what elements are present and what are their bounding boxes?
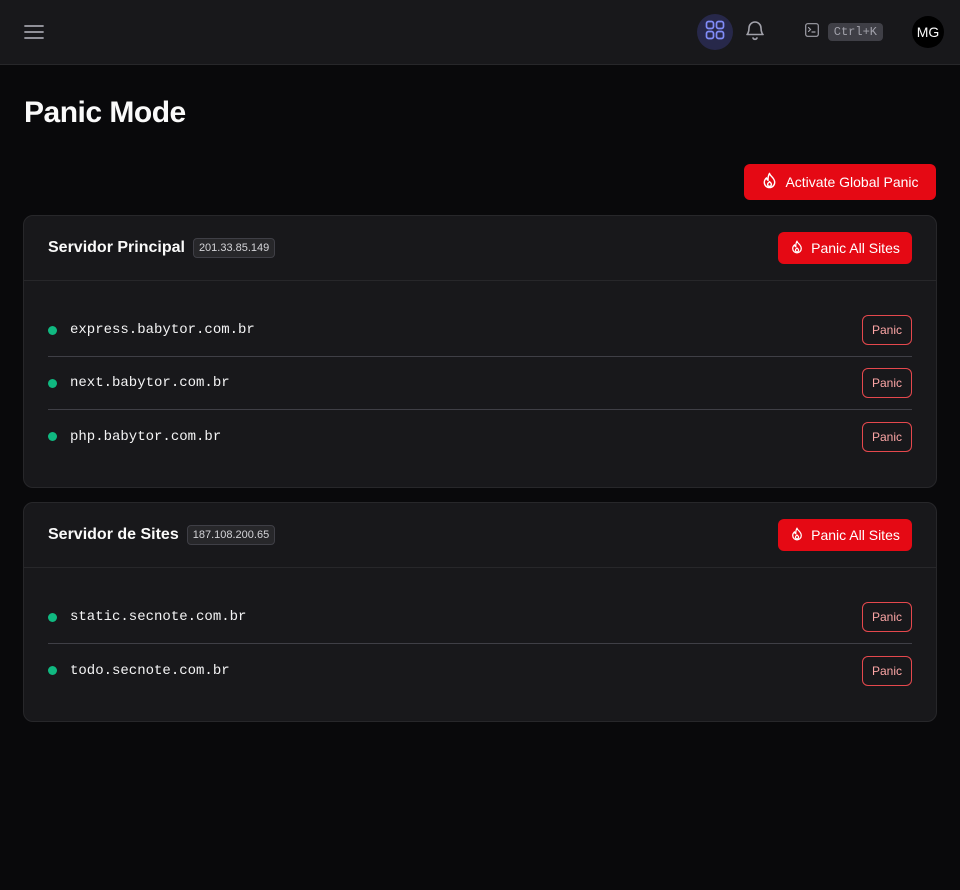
- activate-global-panic-button[interactable]: Activate Global Panic: [744, 164, 936, 200]
- server-name: Servidor Principal: [48, 239, 185, 256]
- panic-all-sites-label: Panic All Sites: [811, 240, 900, 256]
- status-online-dot: [48, 325, 57, 335]
- panic-all-sites-button[interactable]: Panic All Sites: [778, 519, 912, 551]
- status-online-dot: [48, 666, 57, 675]
- page-title: Panic Mode: [24, 96, 186, 129]
- server-card-header: Servidor Principal 201.33.85.149 Panic A…: [24, 216, 936, 281]
- site-panic-button[interactable]: Panic: [862, 655, 912, 686]
- status-online-dot: [48, 612, 57, 622]
- site-panic-button[interactable]: Panic: [862, 368, 912, 398]
- server-ip-badge: 201.33.85.149: [192, 238, 276, 258]
- site-domain: next.babytor.com.br: [70, 375, 230, 391]
- flame-icon: [790, 240, 804, 257]
- hamburger-icon[interactable]: [24, 22, 44, 42]
- site-row: next.babytor.com.br Panic: [48, 357, 912, 410]
- site-panic-button[interactable]: Panic: [862, 602, 912, 632]
- site-domain: express.babytor.com.br: [70, 322, 255, 338]
- activate-global-panic-label: Activate Global Panic: [785, 174, 919, 190]
- top-bar: Ctrl+K MG: [0, 0, 960, 65]
- site-domain: static.secnote.com.br: [70, 609, 247, 625]
- command-palette-button[interactable]: Ctrl+K: [804, 22, 883, 42]
- grid-icon: [705, 20, 725, 45]
- site-domain: todo.secnote.com.br: [70, 662, 230, 679]
- site-panic-button[interactable]: Panic: [862, 421, 912, 452]
- bell-icon: [745, 19, 765, 46]
- shortcut-hint: Ctrl+K: [827, 23, 883, 41]
- server-card-header: Servidor de Sites 187.108.200.65 Panic A…: [24, 503, 936, 568]
- server-ip-badge: 187.108.200.65: [186, 525, 276, 545]
- apps-button[interactable]: [696, 14, 733, 50]
- avatar[interactable]: MG: [912, 16, 944, 48]
- server-card: Servidor Principal 201.33.85.149 Panic A…: [23, 215, 937, 488]
- panic-all-sites-button[interactable]: Panic All Sites: [778, 232, 912, 264]
- notifications-button[interactable]: [743, 20, 767, 44]
- site-panic-button[interactable]: Panic: [862, 315, 912, 345]
- status-online-dot: [48, 432, 57, 441]
- panic-all-sites-label: Panic All Sites: [811, 527, 900, 543]
- site-list: express.babytor.com.br Panic next.babyto…: [24, 281, 936, 487]
- status-online-dot: [48, 378, 57, 388]
- flame-icon: [790, 527, 804, 544]
- top-bar-actions: Ctrl+K MG: [696, 14, 944, 50]
- flame-icon: [761, 172, 778, 192]
- site-row: todo.secnote.com.br Panic: [48, 644, 912, 697]
- server-name: Servidor de Sites: [48, 526, 179, 543]
- site-row: express.babytor.com.br Panic: [48, 304, 912, 357]
- site-row: static.secnote.com.br Panic: [48, 591, 912, 644]
- site-row: php.babytor.com.br Panic: [48, 410, 912, 463]
- server-card: Servidor de Sites 187.108.200.65 Panic A…: [23, 502, 937, 722]
- terminal-icon: [804, 22, 819, 42]
- site-domain: php.babytor.com.br: [70, 428, 222, 445]
- site-list: static.secnote.com.br Panic todo.secnote…: [24, 568, 936, 721]
